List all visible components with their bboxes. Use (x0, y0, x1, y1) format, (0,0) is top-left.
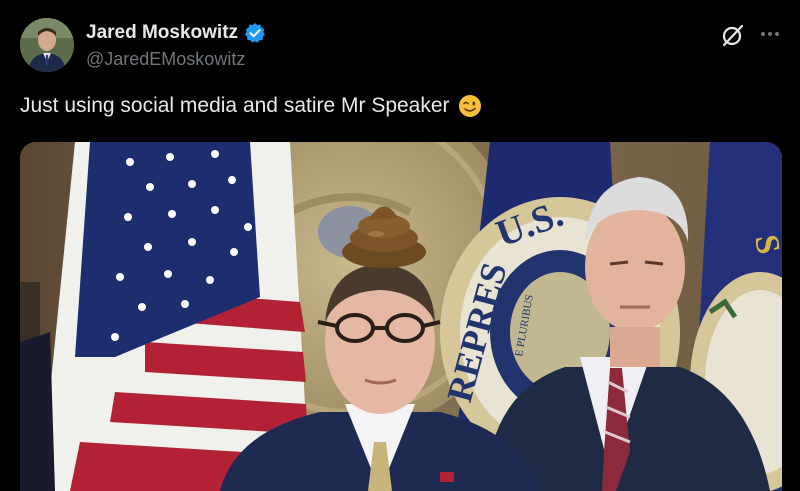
tweet-card: Jared Moskowitz @JaredEMoskowitz Just us… (0, 0, 800, 491)
avatar[interactable] (20, 18, 74, 72)
author-handle[interactable]: @JaredEMoskowitz (86, 49, 245, 70)
author-name-row[interactable]: Jared Moskowitz (86, 20, 266, 46)
author-display-name[interactable]: Jared Moskowitz (86, 22, 238, 44)
more-options-icon[interactable] (756, 22, 784, 46)
grok-icon[interactable] (720, 22, 746, 48)
verified-badge-icon (244, 22, 266, 44)
tweet-media-photo[interactable]: U.S. REPRES E PLURIBUS S (20, 142, 782, 491)
tweet-text-container: Just using social media and satire Mr Sp… (20, 94, 482, 118)
photo-scene: U.S. REPRES E PLURIBUS S (20, 142, 782, 491)
tweet-text: Just using social media and satire Mr Sp… (20, 94, 450, 117)
winking-face-emoji-icon (458, 94, 482, 118)
